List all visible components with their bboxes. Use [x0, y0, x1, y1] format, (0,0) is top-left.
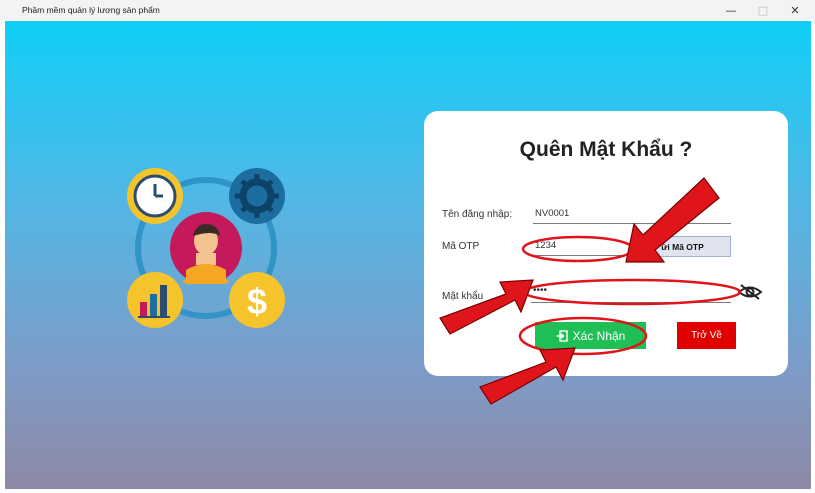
password-field[interactable]: •••• — [531, 285, 731, 300]
otp-underline — [533, 255, 630, 256]
password-label: Mật khẩu — [442, 291, 484, 302]
clock-icon — [127, 168, 183, 224]
bar-chart-icon — [127, 272, 183, 328]
confirm-button[interactable]: Xác Nhận — [535, 322, 646, 349]
eye-slash-icon[interactable] — [737, 283, 763, 301]
otp-field[interactable] — [533, 238, 629, 253]
password-underline — [531, 302, 731, 303]
username-underline — [533, 223, 731, 224]
confirm-label: Xác Nhận — [572, 328, 626, 343]
svg-text:$: $ — [247, 281, 267, 322]
gear-icon — [229, 168, 285, 224]
dollar-icon: $ — [229, 272, 285, 328]
login-icon — [556, 329, 568, 342]
username-field[interactable] — [533, 206, 729, 221]
username-label: Tên đăng nhập: — [442, 209, 513, 220]
send-otp-button[interactable]: ửi Mã OTP — [634, 236, 731, 257]
back-button[interactable]: Trở Về — [677, 322, 736, 349]
otp-label: Mã OTP — [442, 241, 480, 252]
form-title: Quên Mật Khẩu ? — [519, 138, 693, 161]
user-avatar-icon — [170, 212, 242, 284]
